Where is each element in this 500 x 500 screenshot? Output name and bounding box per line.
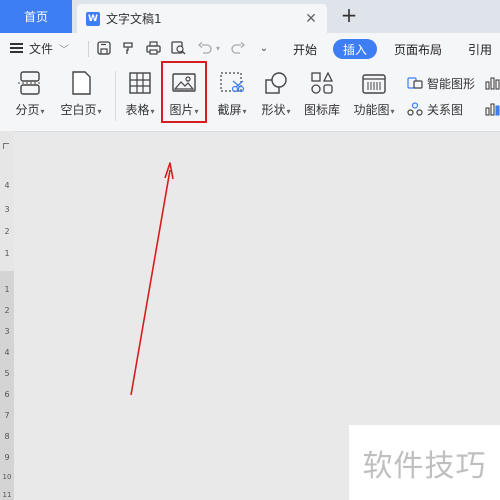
- tab-document[interactable]: W 文字文稿1 ✕: [77, 4, 327, 33]
- blank-page-label: 空白页: [60, 103, 97, 117]
- tab-start[interactable]: 开始: [286, 39, 324, 59]
- function-chart-icon: [362, 74, 386, 94]
- relationship-chart-label: 关系图: [427, 102, 464, 117]
- ruler-number: 5: [4, 369, 10, 378]
- close-icon[interactable]: ✕: [301, 11, 321, 27]
- relationship-chart-button[interactable]: 关系图: [407, 99, 463, 119]
- writer-doc-icon: W: [86, 11, 100, 26]
- tab-page-layout[interactable]: 页面布局: [388, 39, 448, 59]
- tab-bar: 首页 W 文字文稿1 ✕ +: [0, 0, 500, 33]
- page-break-icon: [18, 71, 42, 95]
- undo-dropdown-icon[interactable]: ▾: [213, 33, 223, 63]
- divider: [88, 41, 89, 57]
- ruler-number: 2: [4, 227, 10, 236]
- blank-page-icon: [72, 71, 91, 95]
- file-menu-label: 文件: [29, 41, 54, 56]
- icon-library-button[interactable]: 图标库: [299, 63, 345, 127]
- ruler-number: 9: [4, 453, 10, 462]
- ruler-number: 4: [4, 181, 10, 190]
- ruler-number: 3: [4, 327, 10, 336]
- vertical-ruler[interactable]: 4 3 2 1 1 2 3 4 5 6 7 8 9 10 11: [0, 131, 14, 500]
- save-icon[interactable]: [94, 33, 114, 63]
- shapes-label: 形状: [261, 103, 286, 117]
- redo-icon[interactable]: [228, 33, 248, 63]
- watermark: 软件技巧: [349, 425, 500, 500]
- relationship-chart-icon: [407, 102, 423, 116]
- ruler-top-area: 4 3 2 1: [0, 131, 14, 271]
- screenshot-label: 截屏: [217, 103, 242, 117]
- tab-insert[interactable]: 插入: [333, 39, 377, 59]
- ruler-number: 3: [4, 205, 10, 214]
- print-preview-icon[interactable]: [168, 33, 188, 63]
- icon-library-label: 图标库: [303, 103, 340, 117]
- ruler-number: 6: [4, 390, 10, 399]
- shapes-button[interactable]: 形状▾: [255, 63, 297, 127]
- dropdown-arrow-icon: ▾: [390, 107, 395, 116]
- chevron-down-icon: ﹀: [59, 44, 70, 56]
- table-icon: [129, 72, 151, 94]
- table-label: 表格: [125, 103, 150, 117]
- dropdown-arrow-icon: ▾: [286, 107, 291, 116]
- ribbon-insert: 分页▾ 空白页▾ 表格▾ 图片▾ 截屏▾ 形状▾ 图标库 功能图▾ 智能图形 关…: [0, 63, 500, 132]
- smart-art-button[interactable]: 智能图形: [407, 73, 475, 93]
- tab-home[interactable]: 首页: [0, 0, 72, 33]
- ruler-number: 4: [4, 348, 10, 357]
- function-chart-button[interactable]: 功能图▾: [348, 63, 400, 127]
- dropdown-arrow-icon: ▾: [97, 107, 102, 116]
- picture-button-highlight: [161, 61, 207, 123]
- dropdown-arrow-icon: ▾: [242, 107, 247, 116]
- table-button[interactable]: 表格▾: [119, 63, 161, 127]
- tab-references[interactable]: 引用: [462, 39, 498, 59]
- ruler-number: 1: [4, 285, 10, 294]
- hamburger-icon: [10, 41, 23, 56]
- customize-dropdown-icon[interactable]: ⌄: [254, 33, 274, 63]
- ruler-number: 10: [2, 473, 12, 481]
- ruler-number: 2: [4, 306, 10, 315]
- undo-icon[interactable]: [195, 33, 215, 63]
- page-break-label: 分页: [15, 103, 40, 117]
- divider: [115, 71, 116, 121]
- screenshot-button[interactable]: 截屏▾: [209, 63, 255, 127]
- new-tab-button[interactable]: +: [338, 4, 360, 28]
- ruler-number: 7: [4, 411, 10, 420]
- dropdown-arrow-icon: ▾: [150, 107, 155, 116]
- document-title: 文字文稿1: [106, 12, 162, 26]
- ruler-margin-marker: [3, 143, 9, 149]
- dropdown-arrow-icon: ▾: [40, 107, 45, 116]
- screenshot-icon: [220, 72, 245, 93]
- blank-page-button[interactable]: 空白页▾: [54, 63, 108, 127]
- format-painter-icon[interactable]: [118, 33, 138, 63]
- smart-art-icon: [407, 77, 423, 89]
- ruler-number: 11: [2, 491, 12, 499]
- page-break-button[interactable]: 分页▾: [8, 63, 52, 127]
- file-menu-button[interactable]: 文件 ﹀: [10, 33, 69, 63]
- smart-art-label: 智能图形: [427, 76, 476, 91]
- online-chart-icon[interactable]: [485, 99, 500, 119]
- icon-library-icon: [311, 71, 334, 94]
- chart-icon[interactable]: [485, 73, 500, 93]
- function-chart-label: 功能图: [353, 103, 390, 117]
- print-icon[interactable]: [143, 33, 163, 63]
- shapes-icon: [265, 72, 287, 94]
- ruler-number: 8: [4, 432, 10, 441]
- ruler-number: 1: [4, 249, 10, 258]
- ruler-bottom-area: 1 2 3 4 5 6 7 8 9 10 11: [0, 271, 14, 500]
- menu-bar: 文件 ﹀ ▾ ⌄ 开始 插入 页面布局 引用: [0, 33, 500, 63]
